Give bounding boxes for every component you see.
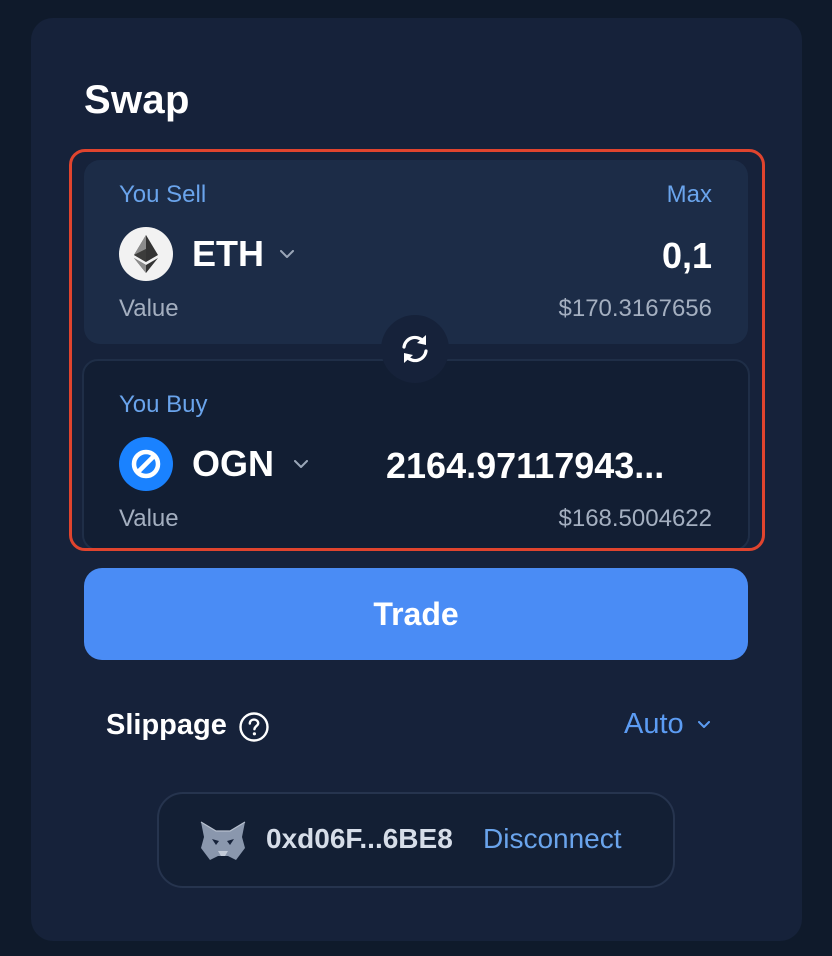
- trade-button[interactable]: Trade: [84, 568, 748, 660]
- slippage-label: Slippage: [106, 709, 227, 741]
- wallet-address: 0xd06F...6BE8: [266, 823, 453, 854]
- slippage-value: Auto: [624, 708, 684, 740]
- question-circle-icon[interactable]: [238, 711, 270, 743]
- page-title: Swap: [84, 78, 190, 122]
- slippage-select[interactable]: Auto: [624, 708, 710, 741]
- swap-inputs-highlight: [69, 149, 765, 551]
- chevron-down-icon: [697, 720, 710, 729]
- metamask-fox-icon: [200, 821, 246, 860]
- disconnect-button[interactable]: Disconnect: [483, 823, 622, 855]
